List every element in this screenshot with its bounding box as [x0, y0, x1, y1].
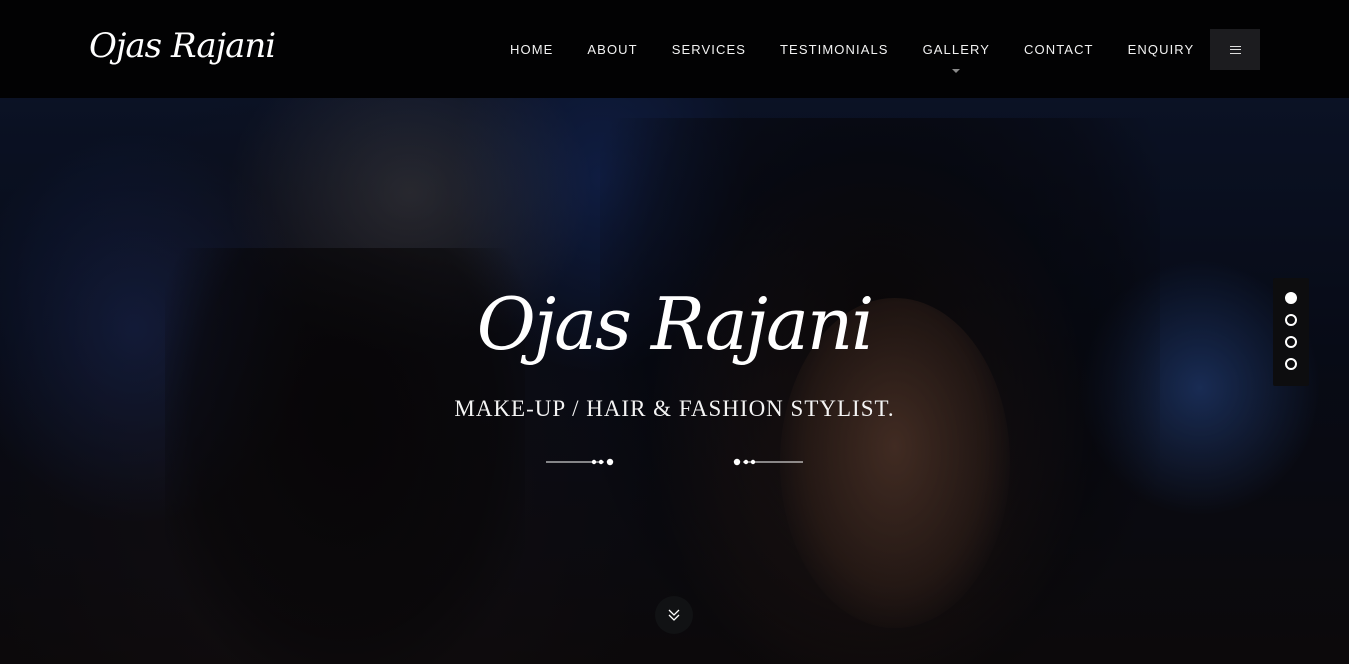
hero-title: Ojas Rajani — [476, 282, 875, 366]
slide-dot-4[interactable] — [1285, 358, 1297, 370]
hero-subtitle: MAKE-UP / HAIR & FASHION STYLIST. — [454, 396, 895, 421]
nav-home-label: HOME — [510, 41, 554, 57]
hamburger-icon — [1229, 45, 1241, 54]
nav-gallery-label: GALLERY — [922, 41, 991, 57]
nav-testimonials-label: TESTIMONIALS — [780, 41, 889, 57]
slide-dot-2[interactable] — [1285, 314, 1297, 326]
slider-pagination — [1273, 278, 1309, 386]
nav-contact[interactable]: CONTACT — [1007, 42, 1111, 57]
nav-services[interactable]: SERVICES — [655, 42, 763, 57]
nav-about-label: ABOUT — [587, 41, 638, 57]
hero-slider: Ojas Rajani MAKE-UP / HAIR & FASHION STY… — [0, 98, 1349, 664]
nav-services-label: SERVICES — [671, 41, 747, 57]
nav-testimonials[interactable]: TESTIMONIALS — [763, 42, 906, 57]
nav-home[interactable]: HOME — [493, 42, 570, 57]
ornament-right-icon — [733, 458, 803, 466]
chevron-double-down-icon — [668, 609, 680, 621]
nav-enquiry[interactable]: ENQUIRY — [1111, 42, 1212, 57]
nav-gallery[interactable]: GALLERY — [906, 41, 1007, 73]
nav-about[interactable]: ABOUT — [570, 42, 654, 57]
scroll-down-button[interactable] — [655, 596, 693, 634]
slide-dot-3[interactable] — [1285, 336, 1297, 348]
site-header: Ojas Rajani HOME ABOUT SERVICES TESTIMON… — [0, 0, 1349, 98]
hero-overlay — [0, 98, 1349, 664]
ornament-left-icon — [546, 458, 614, 466]
nav-contact-label: CONTACT — [1024, 41, 1094, 57]
nav-enquiry-label: ENQUIRY — [1127, 41, 1195, 57]
logo[interactable]: Ojas Rajani — [89, 18, 276, 74]
menu-toggle-button[interactable] — [1210, 29, 1260, 70]
dropdown-caret-icon — [952, 68, 961, 73]
slide-dot-1[interactable] — [1285, 292, 1297, 304]
main-nav: HOME ABOUT SERVICES TESTIMONIALS GALLERY… — [493, 30, 1212, 73]
